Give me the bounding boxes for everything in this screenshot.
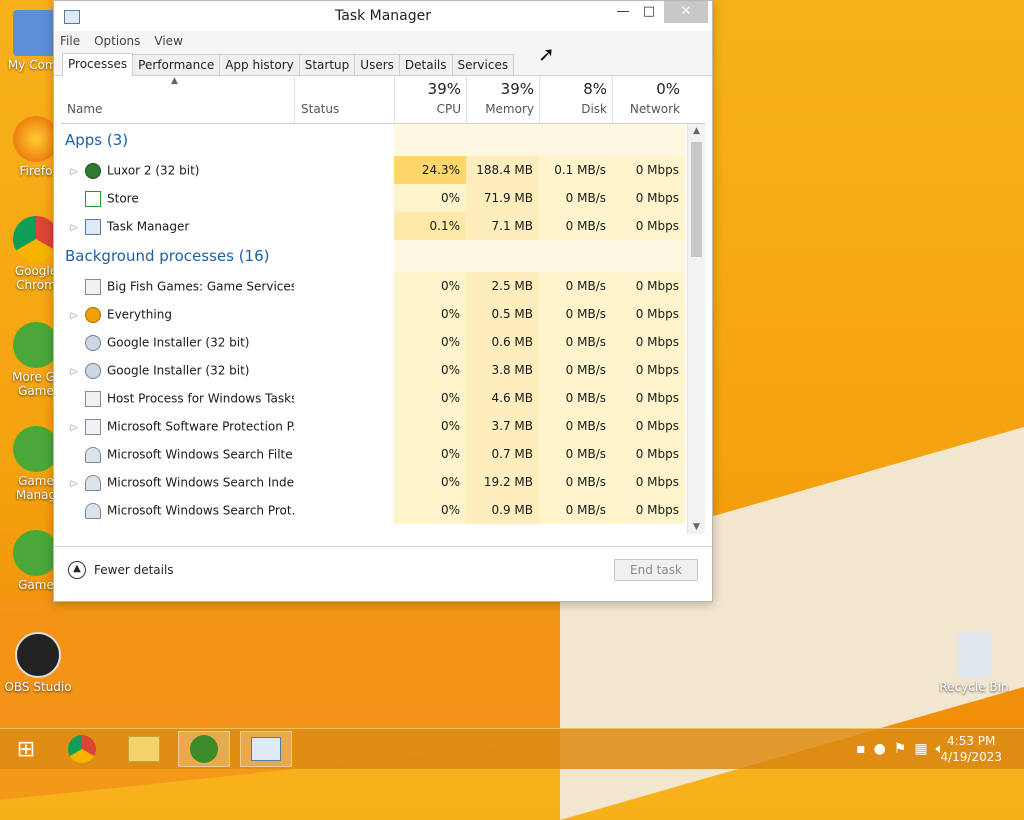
taskbar-chrome[interactable] (56, 731, 108, 767)
folder-icon (128, 736, 160, 762)
tab-strip: Processes Performance App history Startu… (54, 51, 712, 76)
user-icon (85, 446, 101, 463)
user-icon (85, 474, 101, 491)
scroll-up-arrow-icon[interactable]: ▲ (688, 126, 705, 136)
window-icon (85, 418, 101, 435)
obs-tray-icon[interactable]: ● (874, 741, 886, 757)
end-task-button[interactable]: End task (614, 559, 698, 581)
table-header: ▲ Name Status 39% CPU 39% Memory 8% Disk… (61, 76, 705, 124)
maximize-button[interactable]: □ (636, 1, 662, 23)
mouse-cursor-icon: ➚ (538, 42, 555, 66)
action-center-flag-icon[interactable]: ⚑ (894, 741, 907, 757)
table-row[interactable]: ▷ Task Manager 0.1% 7.1 MB 0 MB/s 0 Mbps (61, 212, 705, 240)
tab-startup[interactable]: Startup (298, 54, 356, 75)
table-row[interactable]: Microsoft Windows Search Filte... 0% 0.7… (61, 440, 705, 468)
tab-performance[interactable]: Performance (132, 54, 221, 75)
taskbar: ⊞ ▪ ● ⚑ ▦ 🔈︎ 4:53 PM 4/19/2023 (0, 728, 1024, 769)
vertical-scrollbar[interactable]: ▲ ▼ (687, 124, 705, 534)
scrollbar-thumb[interactable] (691, 142, 702, 257)
column-status[interactable]: Status (294, 76, 395, 123)
search-icon (85, 306, 101, 323)
store-icon (85, 190, 101, 207)
window-icon (85, 278, 101, 295)
fewer-details-button[interactable]: ▲ Fewer details (68, 561, 174, 579)
process-table: ▲ Name Status 39% CPU 39% Memory 8% Disk… (61, 76, 705, 534)
table-row[interactable]: ▷ Microsoft Windows Search Inde... 0% 19.… (61, 468, 705, 496)
table-row[interactable]: Host Process for Windows Tasks 0% 4.6 MB… (61, 384, 705, 412)
chevron-up-icon: ▲ (68, 561, 86, 579)
start-button[interactable]: ⊞ (0, 731, 52, 767)
network-icon[interactable]: ▦ (914, 741, 927, 757)
expand-chevron-icon[interactable]: ▷ (67, 358, 81, 384)
user-icon (85, 502, 101, 519)
desktop-icon-obs[interactable]: OBS Studio (2, 632, 74, 694)
task-manager-icon (85, 218, 101, 235)
column-memory[interactable]: 39% Memory (466, 76, 540, 123)
table-row[interactable]: ▷ Microsoft Software Protection P... 0% 3… (61, 412, 705, 440)
minimize-button[interactable]: — (610, 1, 636, 23)
taskbar-luxor[interactable] (178, 731, 230, 767)
table-row[interactable]: Store 0% 71.9 MB 0 MB/s 0 Mbps (61, 184, 705, 212)
column-disk[interactable]: 8% Disk (539, 76, 613, 123)
expand-chevron-icon[interactable]: ▷ (67, 414, 81, 440)
recycle-bin-icon (957, 632, 991, 678)
sort-ascending-icon: ▲ (171, 76, 178, 86)
expand-chevron-icon[interactable]: ▷ (67, 470, 81, 496)
clock-time: 4:53 PM (947, 734, 996, 748)
windows-logo-icon: ⊞ (16, 736, 36, 762)
system-tray: ▪ ● ⚑ ▦ 🔈︎ (856, 741, 944, 757)
table-row[interactable]: ▷ Google Installer (32 bit) 0% 3.8 MB 0 M… (61, 356, 705, 384)
menu-bar: File Options View (54, 31, 712, 51)
group-header-background[interactable]: Background processes (16) (61, 240, 705, 272)
menu-view[interactable]: View (154, 34, 182, 48)
column-name[interactable]: ▲ Name (61, 76, 294, 123)
task-manager-window: Task Manager — □ ✕ File Options View Pro… (53, 0, 713, 602)
expand-chevron-icon[interactable]: ▷ (67, 302, 81, 328)
close-button[interactable]: ✕ (664, 1, 708, 23)
table-body: Apps (3) ▷ Luxor 2 (32 bit) 24.3% 188.4 M… (61, 124, 705, 534)
column-network[interactable]: 0% Network (612, 76, 686, 123)
desktop-icon-recycle-bin[interactable]: Recycle Bin (938, 632, 1010, 694)
menu-file[interactable]: File (60, 34, 80, 48)
tab-users[interactable]: Users (354, 54, 400, 75)
group-header-apps[interactable]: Apps (3) (61, 124, 705, 156)
taskbar-task-manager[interactable] (240, 731, 292, 767)
table-row[interactable]: Google Installer (32 bit) 0% 0.6 MB 0 MB… (61, 328, 705, 356)
tab-services[interactable]: Services (451, 54, 515, 75)
installer-icon (85, 362, 101, 379)
obs-icon (15, 632, 61, 678)
table-row[interactable]: ▷ Everything 0% 0.5 MB 0 MB/s 0 Mbps (61, 300, 705, 328)
window-icon (85, 390, 101, 407)
clock-date: 4/19/2023 (940, 750, 1002, 764)
table-row[interactable]: Microsoft Windows Search Prot... 0% 0.9 … (61, 496, 705, 524)
tab-processes[interactable]: Processes (62, 53, 134, 76)
tab-details[interactable]: Details (398, 54, 453, 75)
scroll-down-arrow-icon[interactable]: ▼ (688, 522, 705, 532)
title-bar[interactable]: Task Manager — □ ✕ (54, 1, 712, 31)
table-row[interactable]: ▷ Luxor 2 (32 bit) 24.3% 188.4 MB 0.1 MB/… (61, 156, 705, 184)
menu-options[interactable]: Options (94, 34, 140, 48)
taskbar-file-explorer[interactable] (118, 731, 170, 767)
clock[interactable]: 4:53 PM 4/19/2023 (940, 733, 1002, 765)
table-row[interactable]: Big Fish Games: Game Services ... 0% 2.5… (61, 272, 705, 300)
task-manager-icon (251, 737, 281, 761)
expand-chevron-icon[interactable]: ▷ (67, 214, 81, 240)
luxor-icon (85, 162, 101, 179)
tab-app-history[interactable]: App history (219, 54, 300, 75)
tray-app-icon[interactable]: ▪ (856, 741, 866, 757)
column-cpu[interactable]: 39% CPU (394, 76, 467, 123)
footer-bar: ▲ Fewer details End task (54, 546, 712, 601)
chrome-icon (68, 735, 96, 763)
expand-chevron-icon[interactable]: ▷ (67, 158, 81, 184)
installer-icon (85, 334, 101, 351)
luxor-icon (190, 735, 218, 763)
